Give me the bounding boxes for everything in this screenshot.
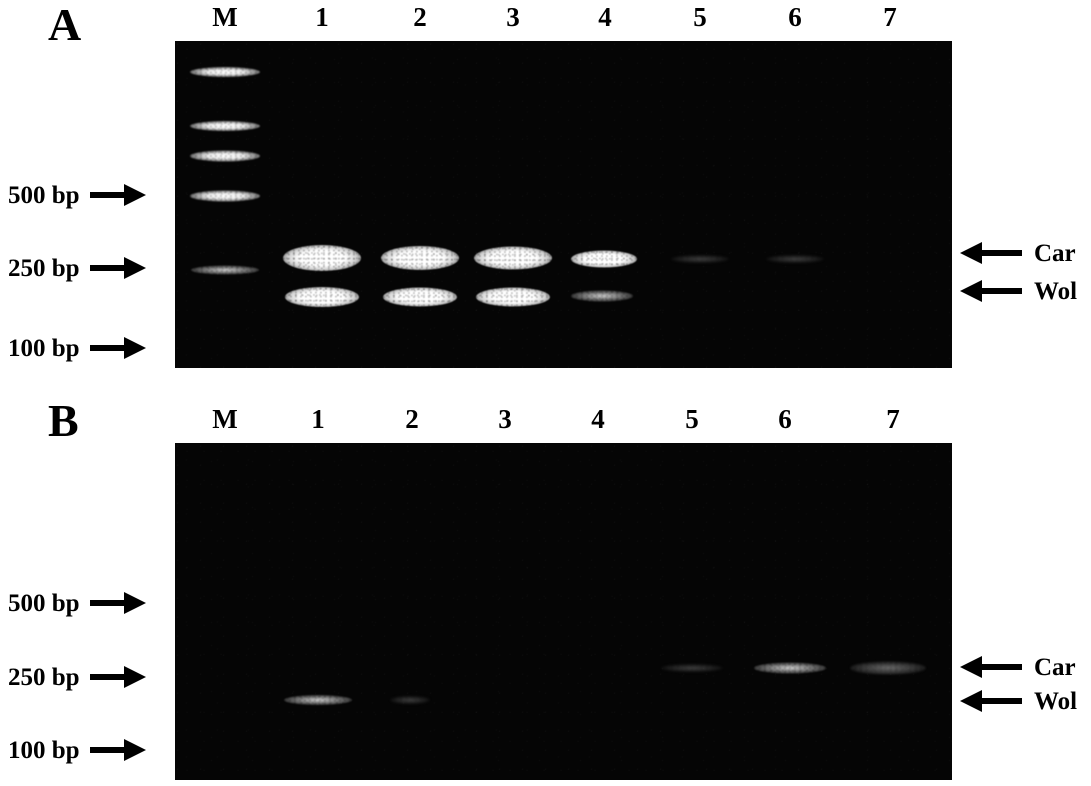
arrow-head <box>123 337 146 359</box>
arrow-right-icon <box>89 184 146 206</box>
gel-panel-a <box>175 41 952 368</box>
band-a-lane6-car <box>766 255 824 263</box>
gel-grain-b <box>175 443 952 780</box>
arrow-right-icon <box>89 666 146 688</box>
lane-label-b-6: 6 <box>778 404 792 434</box>
band-b-lane1-wol <box>284 695 352 705</box>
band-a-lane1-car <box>283 245 361 271</box>
target-marker-label: Wol <box>1034 277 1078 305</box>
band-a-lane2-car <box>381 246 459 270</box>
band-a-lane4-car <box>571 250 637 268</box>
panel-a-letter: A <box>48 0 82 50</box>
lane-label-b-7: 7 <box>886 404 900 434</box>
lane-label-a-1: 1 <box>315 2 329 32</box>
band-b-lane7-car <box>850 661 926 675</box>
arrow-shaft <box>89 747 124 753</box>
target-marker-b-car: Car <box>960 652 1076 682</box>
arrow-shaft <box>89 600 124 606</box>
arrow-left-icon <box>960 656 1022 678</box>
arrow-head <box>960 242 982 264</box>
lane-label-b-4: 4 <box>591 404 605 434</box>
arrow-shaft <box>982 698 1022 704</box>
lane-label-b-5: 5 <box>685 404 699 434</box>
band-a-lane3-car <box>474 246 552 270</box>
lane-label-b-m: M <box>212 404 238 434</box>
lane-label-b-3: 3 <box>498 404 512 434</box>
size-marker-b-250: 250 bp <box>8 662 146 692</box>
size-marker-b-100: 100 bp <box>8 735 146 765</box>
band-a-lane5-car <box>671 255 729 263</box>
arrow-shaft <box>982 250 1022 256</box>
lane-label-b-2: 2 <box>405 404 419 434</box>
band-a-lane1-wol <box>285 287 359 307</box>
size-marker-a-500: 500 bp <box>8 180 146 210</box>
ladder-band-a-2 <box>190 121 260 131</box>
size-marker-a-100: 100 bp <box>8 333 146 363</box>
size-marker-label: 250 bp <box>8 663 80 691</box>
arrow-left-icon <box>960 242 1022 264</box>
arrow-shaft <box>89 265 124 271</box>
arrow-shaft <box>982 664 1022 670</box>
band-a-lane4-wol <box>571 290 633 302</box>
arrow-head <box>123 257 146 279</box>
size-marker-label: 500 bp <box>8 589 80 617</box>
arrow-head <box>123 666 146 688</box>
gel-grain-a <box>175 41 952 368</box>
lane-label-a-4: 4 <box>598 2 612 32</box>
target-marker-label: Car <box>1034 653 1076 681</box>
ladder-band-a-5 <box>191 265 259 275</box>
size-marker-b-500: 500 bp <box>8 588 146 618</box>
ladder-band-a-1 <box>190 67 260 77</box>
arrow-head <box>123 184 146 206</box>
arrow-right-icon <box>89 337 146 359</box>
lane-label-a-2: 2 <box>413 2 427 32</box>
arrow-shaft <box>89 192 124 198</box>
size-marker-label: 500 bp <box>8 181 80 209</box>
band-a-lane3-wol <box>476 287 550 307</box>
arrow-shaft <box>89 674 124 680</box>
arrow-head <box>960 690 982 712</box>
ladder-band-a-3 <box>190 150 260 162</box>
lane-label-b-1: 1 <box>311 404 325 434</box>
panel-b-letter: B <box>48 395 79 446</box>
target-marker-label: Wol <box>1034 687 1078 715</box>
target-marker-label: Car <box>1034 239 1076 267</box>
arrow-head <box>123 739 146 761</box>
band-b-lane2-wol <box>390 696 430 704</box>
gel-figure: A M 1 2 3 4 5 6 7 500 bp 250 bp 100 bp Car Wol B M 1 2 3 4 5… <box>0 0 1091 786</box>
size-marker-label: 250 bp <box>8 254 80 282</box>
arrow-shaft <box>982 288 1022 294</box>
lane-label-a-7: 7 <box>883 2 897 32</box>
lane-label-a-6: 6 <box>788 2 802 32</box>
ladder-band-a-4 <box>190 190 260 202</box>
arrow-head <box>960 280 982 302</box>
arrow-right-icon <box>89 257 146 279</box>
arrow-left-icon <box>960 690 1022 712</box>
band-b-lane5-car <box>661 664 723 672</box>
target-marker-a-car: Car <box>960 238 1076 268</box>
arrow-shaft <box>89 345 124 351</box>
arrow-right-icon <box>89 739 146 761</box>
size-marker-label: 100 bp <box>8 334 80 362</box>
arrow-head <box>960 656 982 678</box>
arrow-left-icon <box>960 280 1022 302</box>
target-marker-a-wol: Wol <box>960 276 1077 306</box>
lane-label-a-m: M <box>212 2 238 32</box>
arrow-right-icon <box>89 592 146 614</box>
arrow-head <box>123 592 146 614</box>
gel-panel-b <box>175 443 952 780</box>
size-marker-label: 100 bp <box>8 736 80 764</box>
lane-label-a-3: 3 <box>506 2 520 32</box>
size-marker-a-250: 250 bp <box>8 253 146 283</box>
band-a-lane2-wol <box>383 287 457 307</box>
band-b-lane6-car <box>754 662 826 674</box>
target-marker-b-wol: Wol <box>960 686 1077 716</box>
lane-label-a-5: 5 <box>693 2 707 32</box>
